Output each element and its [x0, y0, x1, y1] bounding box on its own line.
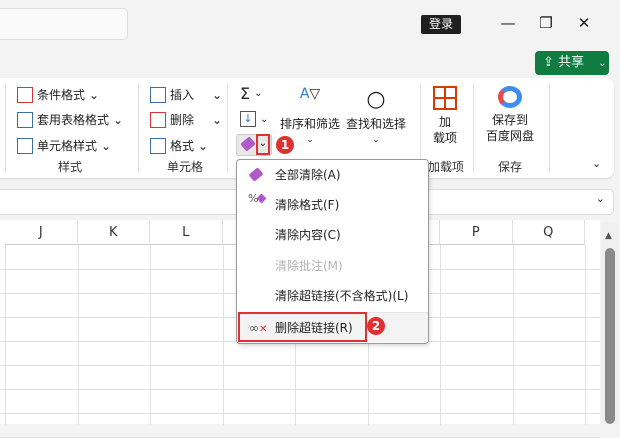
login-button[interactable]: 登录: [421, 15, 461, 34]
label: 清除批注(M): [275, 259, 343, 273]
group-label-addins: 加载项: [427, 160, 464, 174]
menu-item-clear-all[interactable]: 全部清除(A): [237, 160, 428, 190]
column-header-P[interactable]: P: [440, 220, 513, 245]
fill-down-icon: ↓: [240, 111, 256, 127]
label: 百度网盘: [485, 129, 534, 143]
label: 清除内容(C): [275, 228, 341, 242]
sort-filter-icon: A▽: [299, 86, 321, 102]
label: 插入: [170, 88, 195, 102]
addins-button[interactable]: 加 载项: [428, 86, 462, 146]
step-badge-2: 2: [367, 317, 385, 335]
expand-formula-icon[interactable]: ⌄: [596, 192, 605, 205]
cell-styles-button[interactable]: 单元格样式 ⌄: [17, 137, 111, 154]
clear-dropdown-arrow[interactable]: ⌄: [256, 134, 270, 155]
vertical-scrollbar[interactable]: ▲: [602, 222, 618, 424]
menu-item-clear-contents[interactable]: 清除内容(C): [237, 220, 428, 250]
menu-item-clear-comments: 清除批注(M): [237, 251, 428, 281]
insert-button[interactable]: 插入 ⌄: [150, 86, 222, 103]
label: 查找和选择: [345, 117, 406, 131]
close-button[interactable]: ✕: [569, 10, 599, 36]
highlight-box: [238, 312, 367, 342]
column-header-Q[interactable]: Q: [512, 220, 585, 245]
save-to-baidu-button[interactable]: 保存到 百度网盘: [480, 86, 540, 144]
search-box[interactable]: [0, 8, 128, 40]
label: 排序和筛选: [279, 117, 340, 131]
label: 删除: [170, 113, 195, 127]
share-label: 共享: [558, 55, 585, 70]
sum-icon: Σ: [240, 84, 251, 103]
delete-cells-icon: [150, 111, 166, 128]
conditional-format-button[interactable]: 条件格式 ⌄: [17, 86, 99, 103]
label: 加: [438, 115, 451, 129]
label: 条件格式: [37, 88, 86, 102]
fill-button[interactable]: ↓ ⌄: [240, 111, 268, 127]
menu-item-clear-formats[interactable]: % 清除格式(F): [237, 190, 428, 220]
delete-button[interactable]: 删除 ⌄: [150, 111, 222, 128]
share-icon: ⇪: [543, 55, 554, 70]
format-button[interactable]: 格式 ⌄: [150, 137, 208, 154]
column-header-L[interactable]: L: [150, 220, 223, 245]
insert-cells-icon: [150, 86, 166, 103]
conditional-format-icon: [17, 86, 33, 103]
label: 全部清除(A): [275, 168, 341, 182]
column-header-K[interactable]: K: [77, 220, 150, 245]
baidu-cloud-icon: [498, 86, 522, 108]
cell-style-icon: [17, 137, 33, 154]
collapse-ribbon-chevron-icon[interactable]: ⌄: [592, 157, 601, 170]
label: 单元格样式: [37, 139, 98, 153]
label: 格式: [170, 139, 195, 153]
magnifier-icon: ○: [366, 87, 386, 112]
label: 套用表格格式: [37, 113, 110, 127]
group-label-styles: 样式: [57, 160, 82, 174]
column-header-J[interactable]: J: [5, 220, 78, 245]
label: 清除格式(F): [275, 198, 340, 212]
minimize-button[interactable]: —: [493, 10, 523, 36]
share-button[interactable]: ⇪ 共享 ⌄: [535, 51, 609, 75]
table-format-icon: [17, 111, 33, 128]
eraser-icon: [248, 167, 264, 182]
chevron-down-icon: ⌄: [598, 58, 607, 69]
group-label-cells: 单元格: [166, 160, 203, 174]
sort-filter-button[interactable]: A▽ 排序和筛选 ⌄: [279, 86, 341, 148]
restore-button[interactable]: ❐: [531, 10, 561, 36]
menu-item-clear-hyperlinks[interactable]: 清除超链接(不含格式)(L): [237, 281, 428, 311]
format-cells-icon: [150, 137, 166, 154]
addins-icon: [433, 86, 457, 110]
format-as-table-button[interactable]: 套用表格格式 ⌄: [17, 111, 123, 128]
autosum-button[interactable]: Σ ⌄: [240, 84, 263, 103]
clear-format-icon: %: [248, 184, 267, 214]
label: 载项: [432, 131, 457, 145]
label: 清除超链接(不含格式)(L): [275, 289, 409, 303]
eraser-icon: [240, 136, 256, 152]
find-select-button[interactable]: ○ 查找和选择 ⌄: [345, 86, 407, 148]
scroll-up-icon[interactable]: ▲: [605, 231, 612, 241]
label: 保存到: [491, 113, 528, 127]
group-label-save: 保存: [497, 160, 522, 174]
scroll-thumb[interactable]: [605, 248, 615, 424]
